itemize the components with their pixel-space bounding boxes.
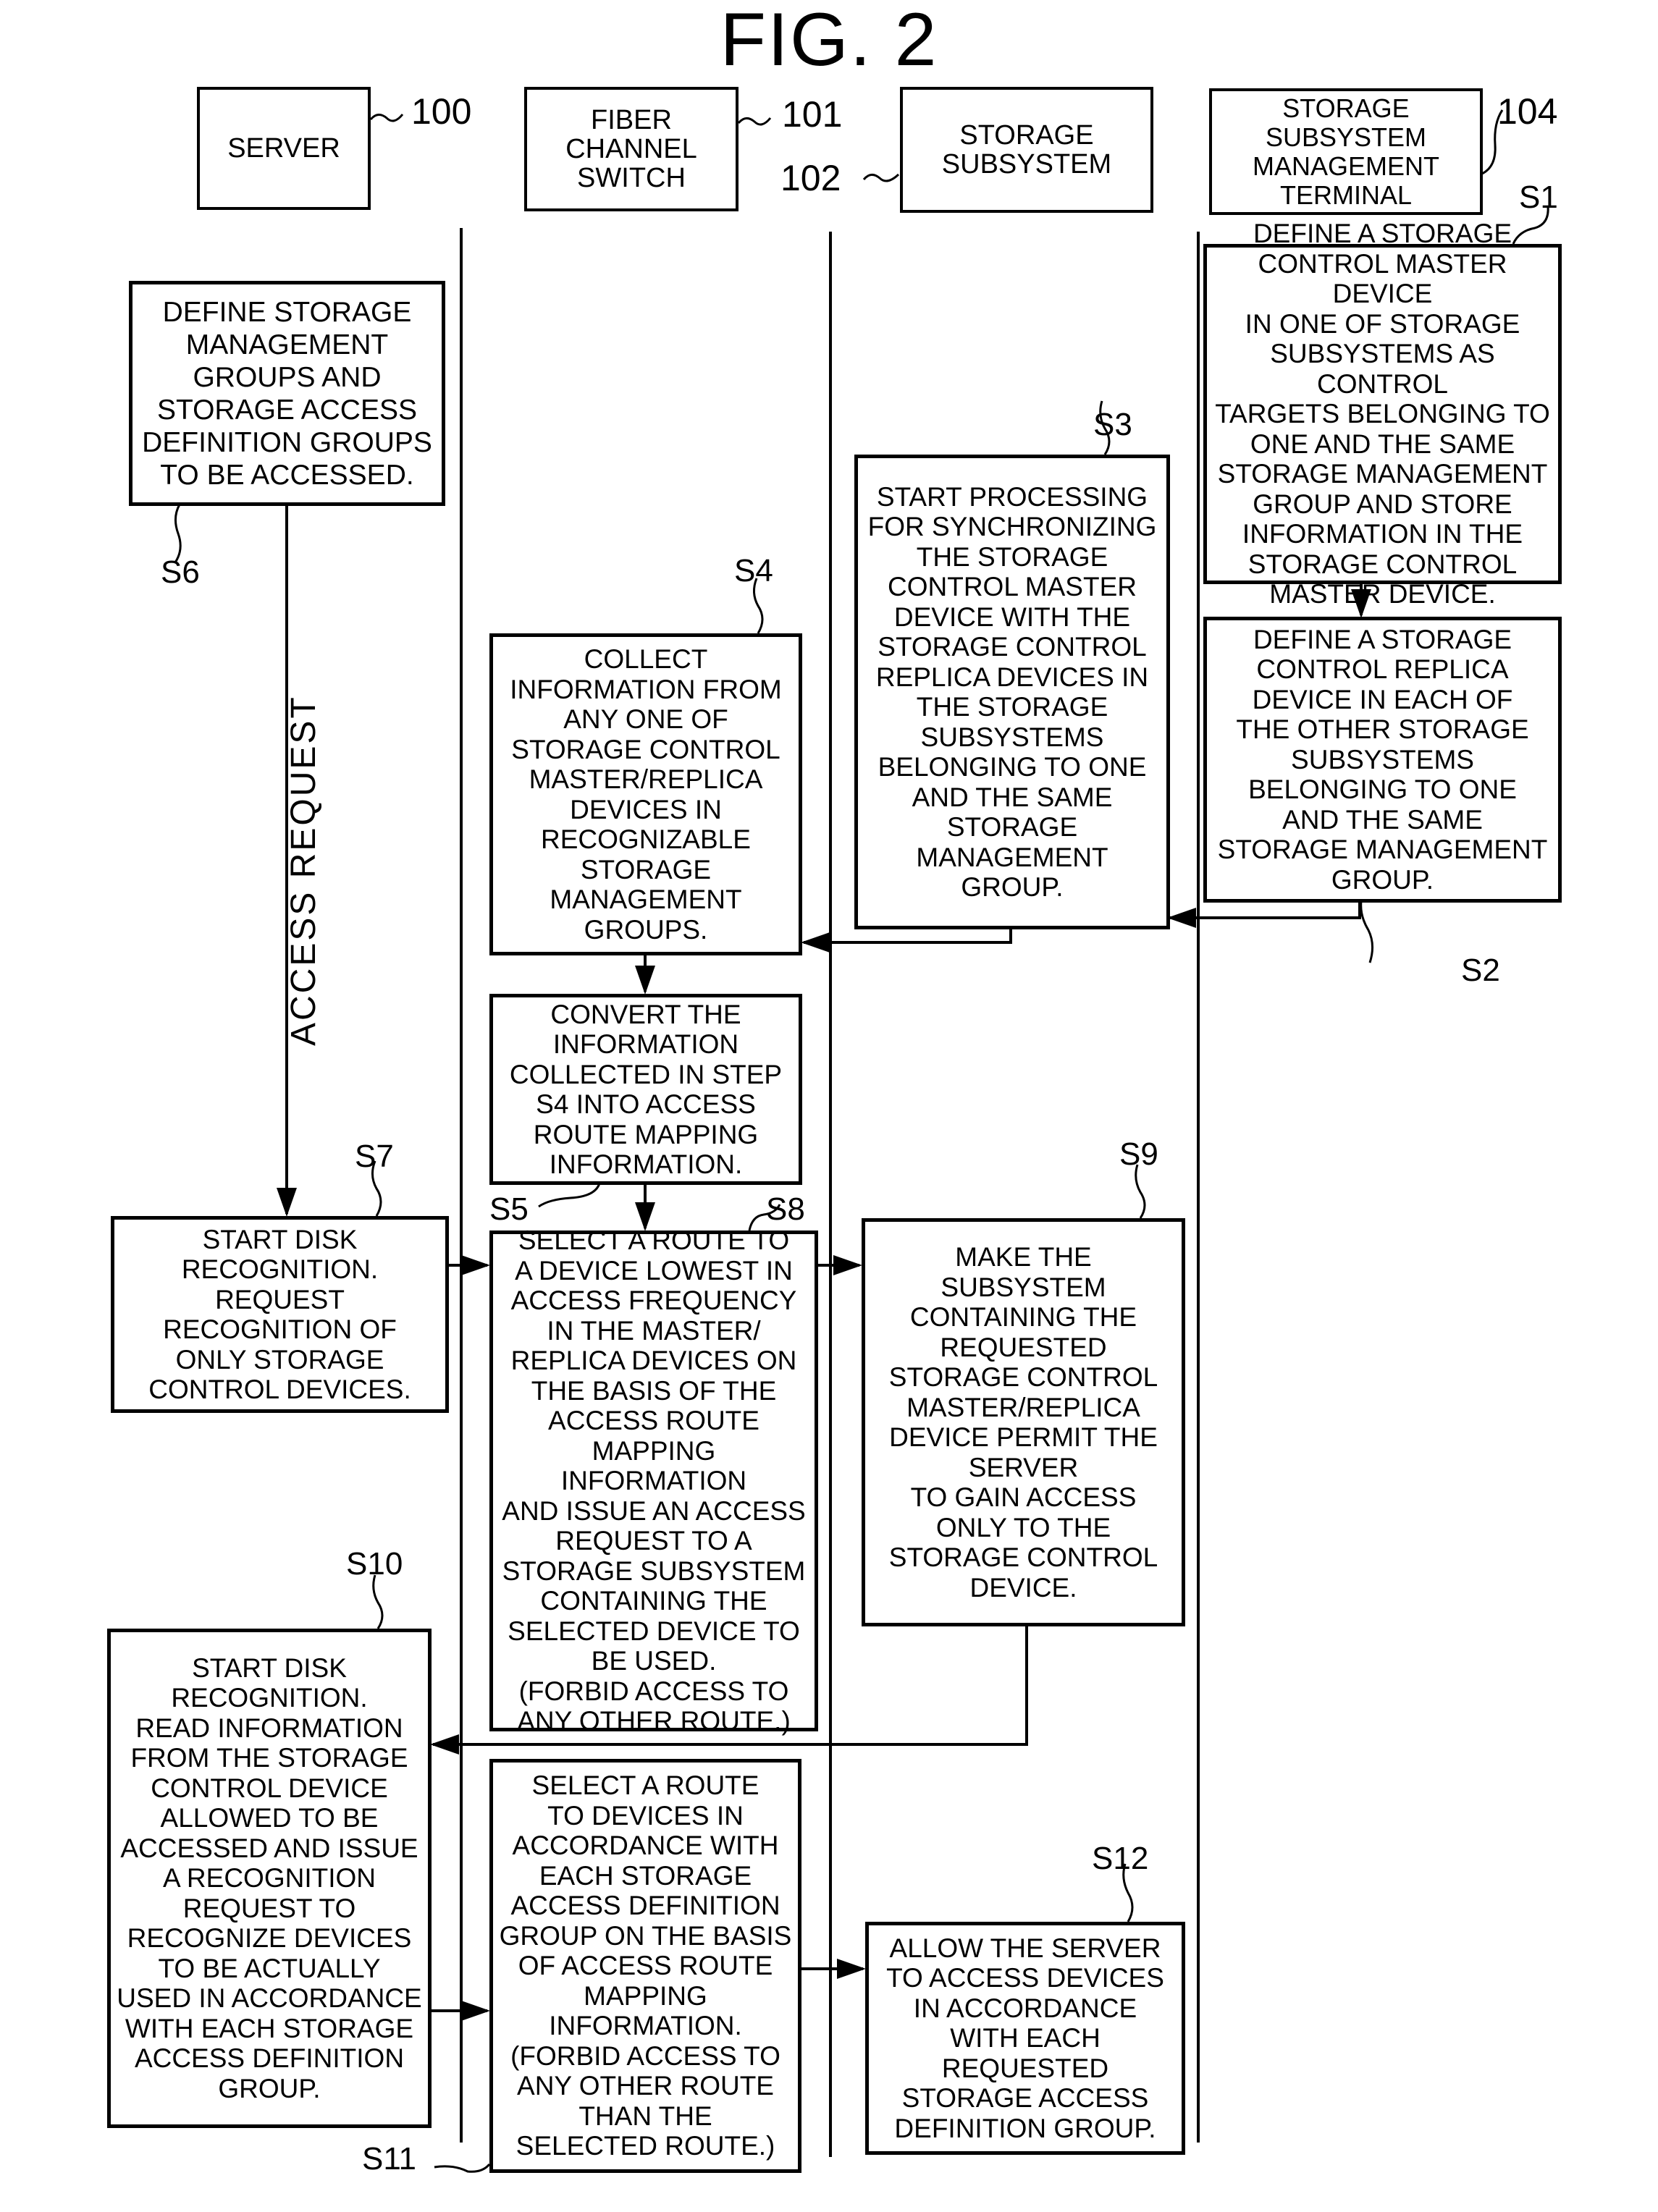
step-s5-label: S5 <box>489 1191 529 1227</box>
ref-101: 101 <box>782 94 843 135</box>
step-s2-label: S2 <box>1461 953 1500 988</box>
step-s11-label: S11 <box>362 2141 417 2177</box>
step-s8-label: S8 <box>766 1191 805 1227</box>
step-s9-label: S9 <box>1119 1136 1158 1172</box>
step-s3-box: START PROCESSING FOR SYNCHRONIZING THE S… <box>854 455 1170 929</box>
ref-100: 100 <box>411 91 472 132</box>
leader-s6 <box>174 504 182 563</box>
entity-fiber-channel-switch: FIBER CHANNEL SWITCH <box>524 87 738 211</box>
step-s12-box: ALLOW THE SERVER TO ACCESS DEVICES IN AC… <box>865 1922 1185 2155</box>
step-s5-box: CONVERT THE INFORMATION COLLECTED IN STE… <box>489 994 802 1185</box>
access-request-label: ACCESS REQUEST <box>285 695 323 1046</box>
ref-leader-102 <box>862 173 900 182</box>
step-s4-box: COLLECT INFORMATION FROM ANY ONE OF STOR… <box>489 633 802 955</box>
step-s10-box: START DISK RECOGNITION. READ INFORMATION… <box>107 1629 432 2128</box>
entity-storage-subsystem: STORAGE SUBSYSTEM <box>900 87 1153 213</box>
entity-server: SERVER <box>197 87 371 210</box>
step-s9-box: MAKE THE SUBSYSTEM CONTAINING THE REQUES… <box>862 1218 1185 1626</box>
arrow-s3-s4 <box>801 928 1012 953</box>
step-s12-label: S12 <box>1092 1841 1149 1876</box>
step-s6-label: S6 <box>161 554 200 590</box>
leader-s5 <box>538 1183 601 1208</box>
step-s11-box: SELECT A ROUTE TO DEVICES IN ACCORDANCE … <box>489 1759 801 2173</box>
step-s1-label: S1 <box>1519 180 1558 215</box>
step-s8-box: SELECT A ROUTE TO A DEVICE LOWEST IN ACC… <box>489 1225 818 1736</box>
step-s7-box: START DISK RECOGNITION. REQUEST RECOGNIT… <box>111 1216 449 1413</box>
leader-s11 <box>434 2163 491 2173</box>
leader-s2 <box>1360 900 1373 963</box>
step-s3-label: S3 <box>1093 407 1132 442</box>
step-s1-box: DEFINE A STORAGE CONTROL MASTER DEVICE I… <box>1203 219 1562 609</box>
step-s10-label: S10 <box>346 1546 403 1582</box>
leader-s9 <box>1135 1164 1146 1219</box>
ref-102: 102 <box>780 158 841 198</box>
step-s2-box: DEFINE A STORAGE CONTROL REPLICA DEVICE … <box>1203 617 1562 903</box>
ref-leader-101 <box>737 117 772 126</box>
step-s7-label: S7 <box>355 1139 394 1174</box>
ref-104: 104 <box>1497 91 1558 132</box>
leader-s10 <box>372 1574 384 1629</box>
step-s6-box: DEFINE STORAGE MANAGEMENT GROUPS AND STO… <box>129 281 445 506</box>
step-s4-label: S4 <box>734 553 773 588</box>
ref-leader-100 <box>369 114 404 122</box>
entity-mgmt-terminal: STORAGE SUBSYSTEM MANAGEMENT TERMINAL <box>1209 88 1483 215</box>
